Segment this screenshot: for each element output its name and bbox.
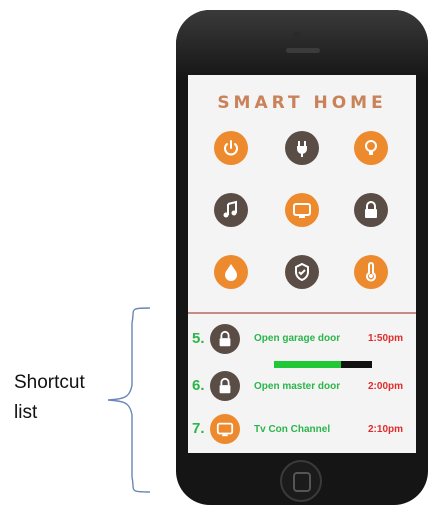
shortcut-number-5: 5.	[192, 330, 205, 347]
home-button-glyph	[293, 472, 311, 492]
shortcut-time-6: 2:00pm	[368, 381, 404, 392]
annotation-line-1: Shortcut	[14, 372, 85, 393]
power-icon[interactable]	[214, 131, 248, 165]
shortcut-label-tv[interactable]: Tv Con Channel	[254, 424, 330, 435]
phone-device: SMART HOME 5. Open garage door 1:50pm 6.…	[176, 10, 428, 505]
shortcut-list-annotation: Shortcut list	[14, 368, 85, 428]
garage-progress-bar	[274, 361, 372, 368]
phone-screen: SMART HOME 5. Open garage door 1:50pm 6.…	[188, 75, 416, 453]
shortcut-number-7: 7.	[192, 420, 205, 437]
annotation-brace	[107, 307, 151, 493]
thermometer-icon[interactable]	[354, 255, 388, 289]
tv-icon[interactable]	[285, 193, 319, 227]
phone-top-bezel	[176, 10, 428, 80]
annotation-line-2: list	[14, 402, 38, 423]
tv-icon[interactable]	[210, 414, 240, 444]
shortcut-label-master[interactable]: Open master door	[254, 381, 340, 392]
music-icon[interactable]	[214, 193, 248, 227]
shortcut-number-6: 6.	[192, 377, 205, 394]
front-camera	[293, 32, 301, 40]
plug-icon[interactable]	[285, 131, 319, 165]
water-drop-icon[interactable]	[214, 255, 248, 289]
lightbulb-icon[interactable]	[354, 131, 388, 165]
lock-icon[interactable]	[210, 324, 240, 354]
home-button[interactable]	[280, 460, 322, 502]
section-divider	[188, 312, 416, 314]
app-title: SMART HOME	[217, 93, 387, 113]
lock-icon[interactable]	[210, 371, 240, 401]
progress-fill	[274, 361, 341, 368]
shortcut-time-5: 1:50pm	[368, 333, 404, 344]
shield-icon[interactable]	[285, 255, 319, 289]
lock-icon[interactable]	[354, 193, 388, 227]
shortcut-time-7: 2:10pm	[368, 424, 404, 435]
earpiece-speaker	[286, 48, 320, 53]
shortcut-label-garage[interactable]: Open garage door	[254, 333, 340, 344]
